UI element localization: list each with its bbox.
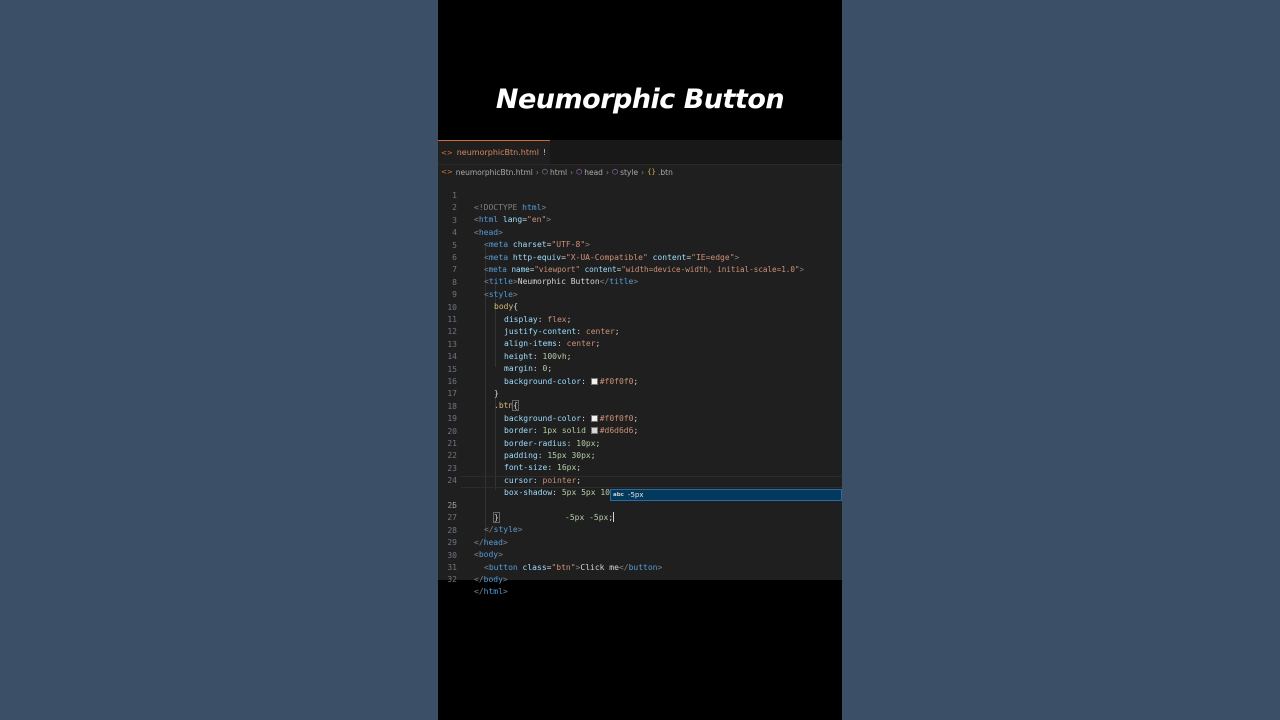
code-line: 30 <button class="btn">Click me</button> xyxy=(438,538,842,572)
code-line: 18 background-color: #f0f0f0; xyxy=(438,389,842,423)
code-line: 14 margin: 0; xyxy=(438,339,842,373)
element-icon: ⬡ xyxy=(611,168,619,176)
code-line: 19 border: 1px solid #d6d6d6; xyxy=(438,401,842,435)
code-line: 28 </head> xyxy=(438,513,842,547)
code-line: 31 </body> xyxy=(438,550,842,584)
video-title: Neumorphic Button xyxy=(495,84,785,115)
code-line: 20 border-radius: 10px; xyxy=(438,414,842,448)
token: > xyxy=(502,575,508,584)
code-line: 22 font-size: 16px; xyxy=(438,438,842,472)
current-line-highlight xyxy=(461,475,842,488)
code-line: 12 align-items: center; xyxy=(438,314,842,348)
code-line: 27 </style> xyxy=(438,500,842,534)
code-line: 4 <meta charset="UTF-8"> xyxy=(438,215,842,249)
breadcrumb-item-btn[interactable]: .btn xyxy=(658,168,673,177)
code-line: 3 <head> xyxy=(438,203,842,237)
html-file-icon: <> xyxy=(441,168,453,176)
token: body xyxy=(483,575,503,584)
code-line: 15 background-color: #f0f0f0; xyxy=(438,352,842,386)
abc-icon: abc xyxy=(613,492,624,498)
breadcrumb-item-style[interactable]: style xyxy=(620,168,638,177)
code-line: 32 </html> xyxy=(438,562,842,596)
code-line: 11 justify-content: center; xyxy=(438,302,842,336)
code-line: 7 <title>Neumorphic Button</title> xyxy=(438,252,842,286)
chevron-right-icon: › xyxy=(570,167,574,177)
line-number: 32 xyxy=(447,575,457,585)
chevron-right-icon: › xyxy=(641,167,645,177)
token: </ xyxy=(474,587,484,597)
code-line: 29 <body> xyxy=(438,525,842,559)
code-line: 6 <meta name="viewport" content="width=d… xyxy=(438,240,842,274)
token: > xyxy=(502,587,508,597)
code-line: 24 box-shadow: 5px 5px 10px #b3b3b3, xyxy=(438,463,842,497)
code-line: 2 <html lang="en"> xyxy=(438,190,842,224)
chevron-right-icon: › xyxy=(605,167,609,177)
code-line: 13 height: 100vh; xyxy=(438,327,842,361)
breadcrumb-item-html[interactable]: html xyxy=(550,168,567,177)
code-line: 21 padding: 15px 30px; xyxy=(438,426,842,460)
element-icon: ⬡ xyxy=(576,168,583,176)
editor-tab[interactable]: <> neumorphicBtn.html ! xyxy=(438,140,550,164)
code-line: 1 <!DOCTYPE html> xyxy=(438,178,842,212)
code-line: 8 <style> xyxy=(438,265,842,299)
tab-modified-mark: ! xyxy=(543,148,547,157)
code-line: 10 display: flex; xyxy=(438,290,842,324)
css-selector-icon: {} xyxy=(647,168,656,176)
tab-filename: neumorphicBtn.html xyxy=(456,148,540,157)
autocomplete-suggestion[interactable]: abc -5px xyxy=(610,489,842,501)
suggestion-value: -5px xyxy=(627,491,644,499)
token: html xyxy=(483,587,503,597)
code-line-current: 25 -5px -5px; xyxy=(438,475,842,522)
code-editor: <> neumorphicBtn.html ! <> neumorphicBtn… xyxy=(438,140,842,596)
code-line: 5 <meta http-equiv="X-UA-Compatible" con… xyxy=(438,228,842,262)
code-line: 17 .btn{ xyxy=(438,376,842,412)
video-frame: Neumorphic Button <> neumorphicBtn.html … xyxy=(438,0,842,720)
code-line: 23 cursor: pointer; xyxy=(438,451,842,485)
element-icon: ⬡ xyxy=(541,168,548,176)
breadcrumb-item-head[interactable]: head xyxy=(584,168,603,177)
code-line: 16 } xyxy=(438,364,842,398)
breadcrumb-file[interactable]: neumorphicBtn.html xyxy=(456,168,533,177)
chevron-right-icon: › xyxy=(535,167,539,177)
breadcrumb: <> neumorphicBtn.html › ⬡ html › ⬡ head … xyxy=(438,165,842,179)
editor-tab-bar: <> neumorphicBtn.html ! xyxy=(438,140,842,165)
code-line: 9 body{ xyxy=(438,277,842,311)
html-file-icon: <> xyxy=(441,148,453,157)
